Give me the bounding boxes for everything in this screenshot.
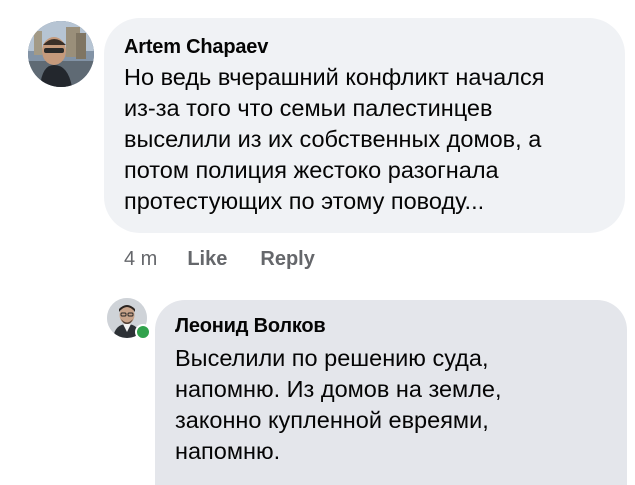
avatar-artem-chapaev[interactable] [28, 21, 94, 87]
comment-text: Выселили по решению суда, напомню. Из до… [175, 345, 502, 464]
reply-comment-bubble: Леонид Волков Выселили по решению суда, … [155, 300, 627, 485]
comment-text: Но ведь вчерашний конфликт начался из-за… [124, 64, 545, 214]
user-photo-icon [28, 21, 94, 87]
comment-author[interactable]: Леонид Волков [175, 313, 609, 339]
comment-thread: Artem Chapaev Но ведь вчерашний конфликт… [0, 0, 635, 485]
reply-button[interactable]: Reply [260, 248, 314, 271]
comment-bubble: Artem Chapaev Но ведь вчерашний конфликт… [104, 18, 625, 233]
online-status-icon [135, 324, 151, 340]
comment-timestamp[interactable]: 4 m [124, 248, 157, 271]
like-button[interactable]: Like [187, 248, 227, 271]
avatar-leonid-volkov[interactable] [107, 298, 151, 340]
comment-author[interactable]: Artem Chapaev [124, 34, 605, 60]
comment-actions: 4 m Like Reply [124, 244, 315, 274]
